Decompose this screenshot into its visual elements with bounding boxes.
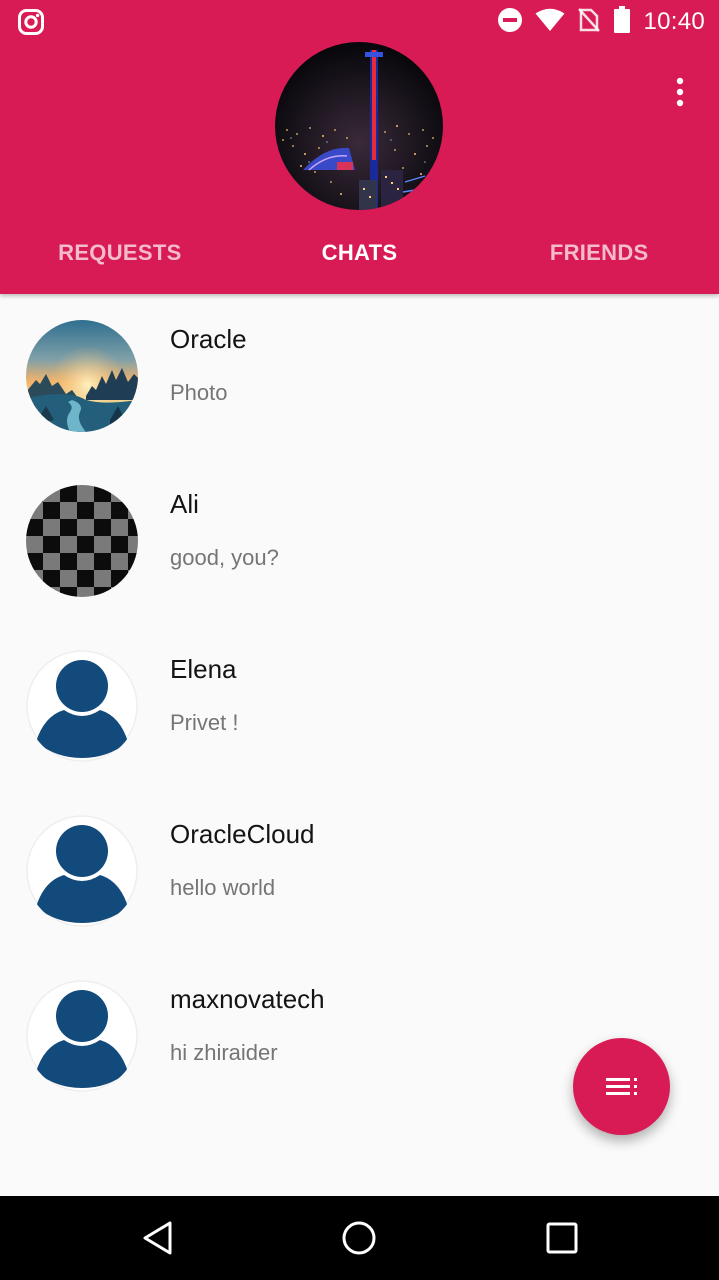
chat-name: OracleCloud	[170, 819, 315, 849]
recents-icon	[546, 1222, 578, 1254]
more-options-button[interactable]	[664, 72, 696, 112]
do-not-disturb-icon	[497, 7, 523, 38]
tab-chats[interactable]: CHATS	[240, 222, 480, 284]
chat-preview: Privet !	[170, 710, 239, 735]
chat-list: Oracle Photo Ali good, you? Elena Privet…	[0, 294, 719, 1119]
chat-item-oraclecloud[interactable]: OracleCloud hello world	[0, 789, 719, 954]
tab-bar: REQUESTS CHATS FRIENDS	[0, 222, 719, 284]
chat-item-oracle[interactable]: Oracle Photo	[0, 294, 719, 459]
battery-icon	[613, 5, 631, 39]
no-sim-icon	[577, 7, 601, 38]
chat-name: maxnovatech	[170, 984, 325, 1014]
navigation-bar	[0, 1196, 719, 1280]
app-header: 10:40 REQUESTS CHATS FRIENDS	[0, 0, 719, 294]
tab-requests[interactable]: REQUESTS	[0, 222, 240, 284]
chat-preview: hi zhiraider	[170, 1040, 278, 1065]
tab-friends[interactable]: FRIENDS	[479, 222, 719, 284]
status-time: 10:40	[643, 8, 705, 35]
more-vert-icon	[676, 77, 684, 107]
home-button[interactable]	[337, 1216, 381, 1260]
back-icon	[143, 1221, 172, 1255]
chat-name: Elena	[170, 654, 237, 684]
default-user-icon	[26, 980, 138, 1092]
chat-item-ali[interactable]: Ali good, you?	[0, 459, 719, 624]
avatar	[26, 485, 138, 597]
chat-preview: hello world	[170, 875, 276, 900]
home-icon	[342, 1221, 376, 1255]
wifi-icon	[535, 8, 565, 37]
avatar	[26, 320, 138, 432]
default-user-icon	[26, 650, 138, 762]
chat-preview: Photo	[170, 380, 228, 405]
new-chat-fab-button[interactable]	[573, 1038, 670, 1135]
back-button[interactable]	[136, 1216, 180, 1260]
profile-avatar[interactable]	[275, 42, 443, 210]
default-user-icon	[26, 815, 138, 927]
status-bar: 10:40	[0, 0, 719, 44]
recents-button[interactable]	[540, 1216, 584, 1260]
chat-item-elena[interactable]: Elena Privet !	[0, 624, 719, 789]
playlist-icon	[605, 1077, 637, 1095]
instagram-icon	[17, 8, 45, 36]
chat-preview: good, you?	[170, 545, 279, 570]
status-icons: 10:40	[497, 5, 705, 39]
chat-name: Oracle	[170, 324, 247, 354]
chat-name: Ali	[170, 489, 199, 519]
